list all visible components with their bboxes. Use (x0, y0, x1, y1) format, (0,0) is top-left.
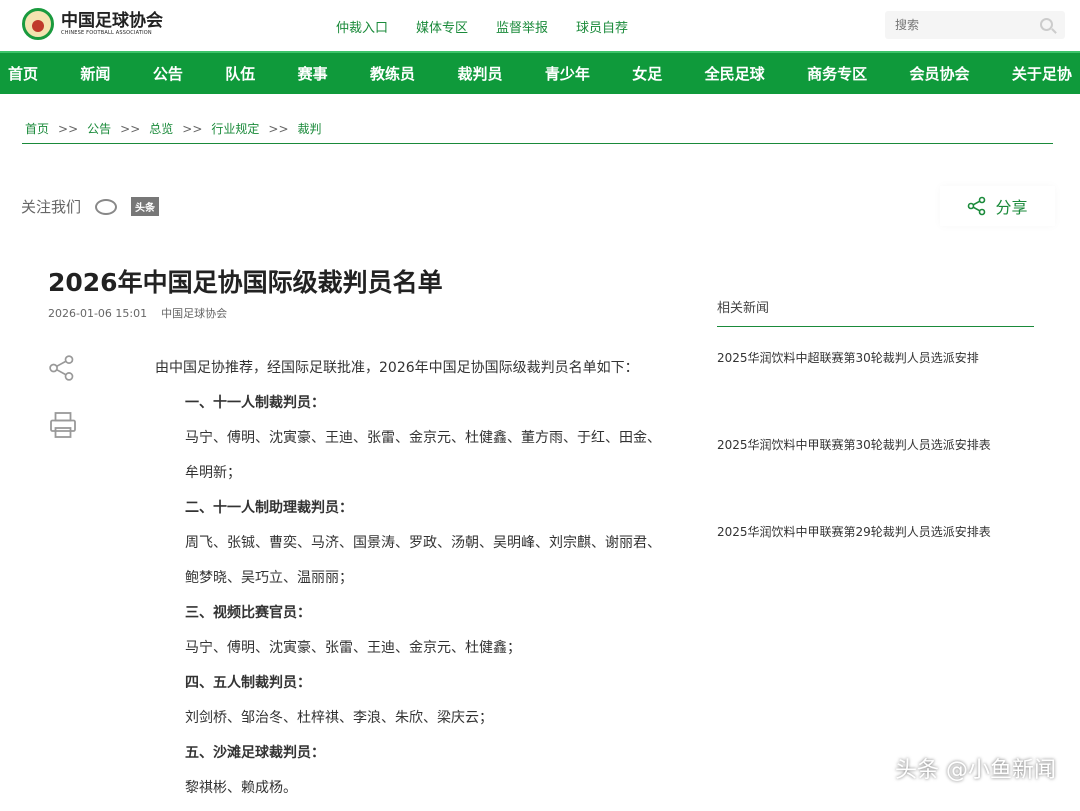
section-heading: 五、沙滩足球裁判员： (185, 745, 325, 761)
article-tools (48, 354, 78, 468)
section-heading: 四、五人制裁判员： (185, 675, 311, 691)
nav-coaches[interactable]: 教练员 (370, 63, 415, 84)
article-body: 由中国足协推荐，经国际足联批准，2026年中国足协国际级裁判员名单如下： 一、十… (155, 356, 685, 811)
related-news: 相关新闻 2025华润饮料中超联赛第30轮裁判人员选派安排 2025华润饮料中甲… (717, 297, 1034, 588)
link-media[interactable]: 媒体专区 (416, 17, 468, 36)
article-date: 2026-01-06 15:01 (48, 307, 148, 320)
nav-grassroots[interactable]: 全民足球 (705, 63, 765, 84)
share-icon (967, 196, 987, 216)
article-source: 中国足球协会 (161, 307, 228, 320)
follow-us: 关注我们 头条 (21, 196, 160, 217)
nav-business[interactable]: 商务专区 (807, 63, 867, 84)
crumb-referee[interactable]: 裁判 (298, 122, 322, 136)
cfa-logo[interactable]: 中国足球协会 CHINESE FOOTBALL ASSOCIATION (22, 8, 163, 40)
follow-label: 关注我们 (21, 198, 82, 216)
name-list: 周飞、张铖、曹奕、马济、国景涛、罗政、汤朝、吴明峰、刘宗麒、谢丽君、 (185, 535, 661, 551)
share-label: 分享 (995, 198, 1028, 217)
logo-title: 中国足球协会 (61, 11, 163, 31)
name-list: 刘剑桥、邹治冬、杜梓祺、李浪、朱欣、梁庆云； (185, 710, 493, 726)
section-heading: 二、十一人制助理裁判员： (185, 500, 353, 516)
name-list: 马宁、傅明、沈寅豪、张雷、王迪、金京元、杜健鑫； (185, 640, 521, 656)
nav-teams[interactable]: 队伍 (225, 63, 255, 84)
name-list: 黎祺彬、赖成杨。 (185, 780, 297, 796)
nav-about[interactable]: 关于足协 (1012, 63, 1072, 84)
crumb-notice[interactable]: 公告 (87, 122, 111, 136)
crumb-regulations[interactable]: 行业规定 (211, 122, 259, 136)
name-list: 鲍梦晓、吴巧立、温丽丽； (185, 570, 353, 586)
crumb-overview[interactable]: 总览 (149, 122, 173, 136)
toutiao-icon[interactable]: 头条 (131, 197, 160, 216)
nav-youth[interactable]: 青少年 (545, 63, 590, 84)
article-meta: 2026-01-06 15:01 中国足球协会 (48, 305, 227, 321)
section-heading: 一、十一人制裁判员： (185, 395, 325, 411)
divider (22, 143, 1053, 144)
nav-news[interactable]: 新闻 (80, 63, 110, 84)
link-player-recommend[interactable]: 球员自荐 (576, 17, 628, 36)
related-news-item[interactable]: 2025华润饮料中甲联赛第29轮裁判人员选派安排表 (717, 523, 1034, 588)
crumb-sep: >> (120, 122, 141, 136)
nav-women[interactable]: 女足 (632, 63, 662, 84)
related-heading: 相关新闻 (717, 297, 1034, 327)
top-links: 仲裁入口 媒体专区 监督举报 球员自荐 (336, 17, 628, 36)
crumb-home[interactable]: 首页 (25, 122, 49, 136)
crumb-sep: >> (58, 122, 79, 136)
logo-subtitle: CHINESE FOOTBALL ASSOCIATION (61, 30, 152, 36)
breadcrumb: 首页 >> 公告 >> 总览 >> 行业规定 >> 裁判 (25, 120, 322, 137)
crumb-sep: >> (182, 122, 203, 136)
share-icon[interactable] (48, 354, 78, 386)
name-list: 马宁、傅明、沈寅豪、王迪、张雷、金京元、杜健鑫、董方雨、于红、田金、 (185, 430, 661, 446)
nav-matches[interactable]: 赛事 (298, 63, 328, 84)
search-icon[interactable] (1040, 18, 1053, 31)
nav-notice[interactable]: 公告 (153, 63, 183, 84)
related-news-item[interactable]: 2025华润饮料中超联赛第30轮裁判人员选派安排 (717, 349, 1034, 414)
related-news-item[interactable]: 2025华润饮料中甲联赛第30轮裁判人员选派安排表 (717, 436, 1034, 501)
header: 中国足球协会 CHINESE FOOTBALL ASSOCIATION 仲裁入口… (0, 0, 1080, 50)
link-report[interactable]: 监督举报 (496, 17, 548, 36)
weibo-icon[interactable] (95, 198, 118, 215)
article-intro: 由中国足协推荐，经国际足联批准，2026年中国足协国际级裁判员名单如下： (155, 360, 639, 376)
crumb-sep: >> (268, 122, 289, 136)
cfa-emblem-icon (22, 8, 54, 40)
article-title: 2026年中国足协国际级裁判员名单 (48, 268, 443, 297)
share-button[interactable]: 分享 (940, 186, 1055, 226)
section-heading: 三、视频比赛官员： (185, 605, 311, 621)
search-input[interactable] (885, 11, 1025, 39)
name-list: 牟明新； (185, 465, 241, 481)
watermark: 头条 @小鱼新闻 (895, 758, 1056, 783)
nav-referees[interactable]: 裁判员 (457, 63, 502, 84)
search-box (885, 11, 1065, 39)
print-icon[interactable] (48, 410, 78, 444)
nav-members[interactable]: 会员协会 (909, 63, 969, 84)
main-nav: 首页 新闻 公告 队伍 赛事 教练员 裁判员 青少年 女足 全民足球 商务专区 … (0, 51, 1080, 94)
link-arbitration[interactable]: 仲裁入口 (336, 17, 388, 36)
nav-home[interactable]: 首页 (8, 63, 38, 84)
